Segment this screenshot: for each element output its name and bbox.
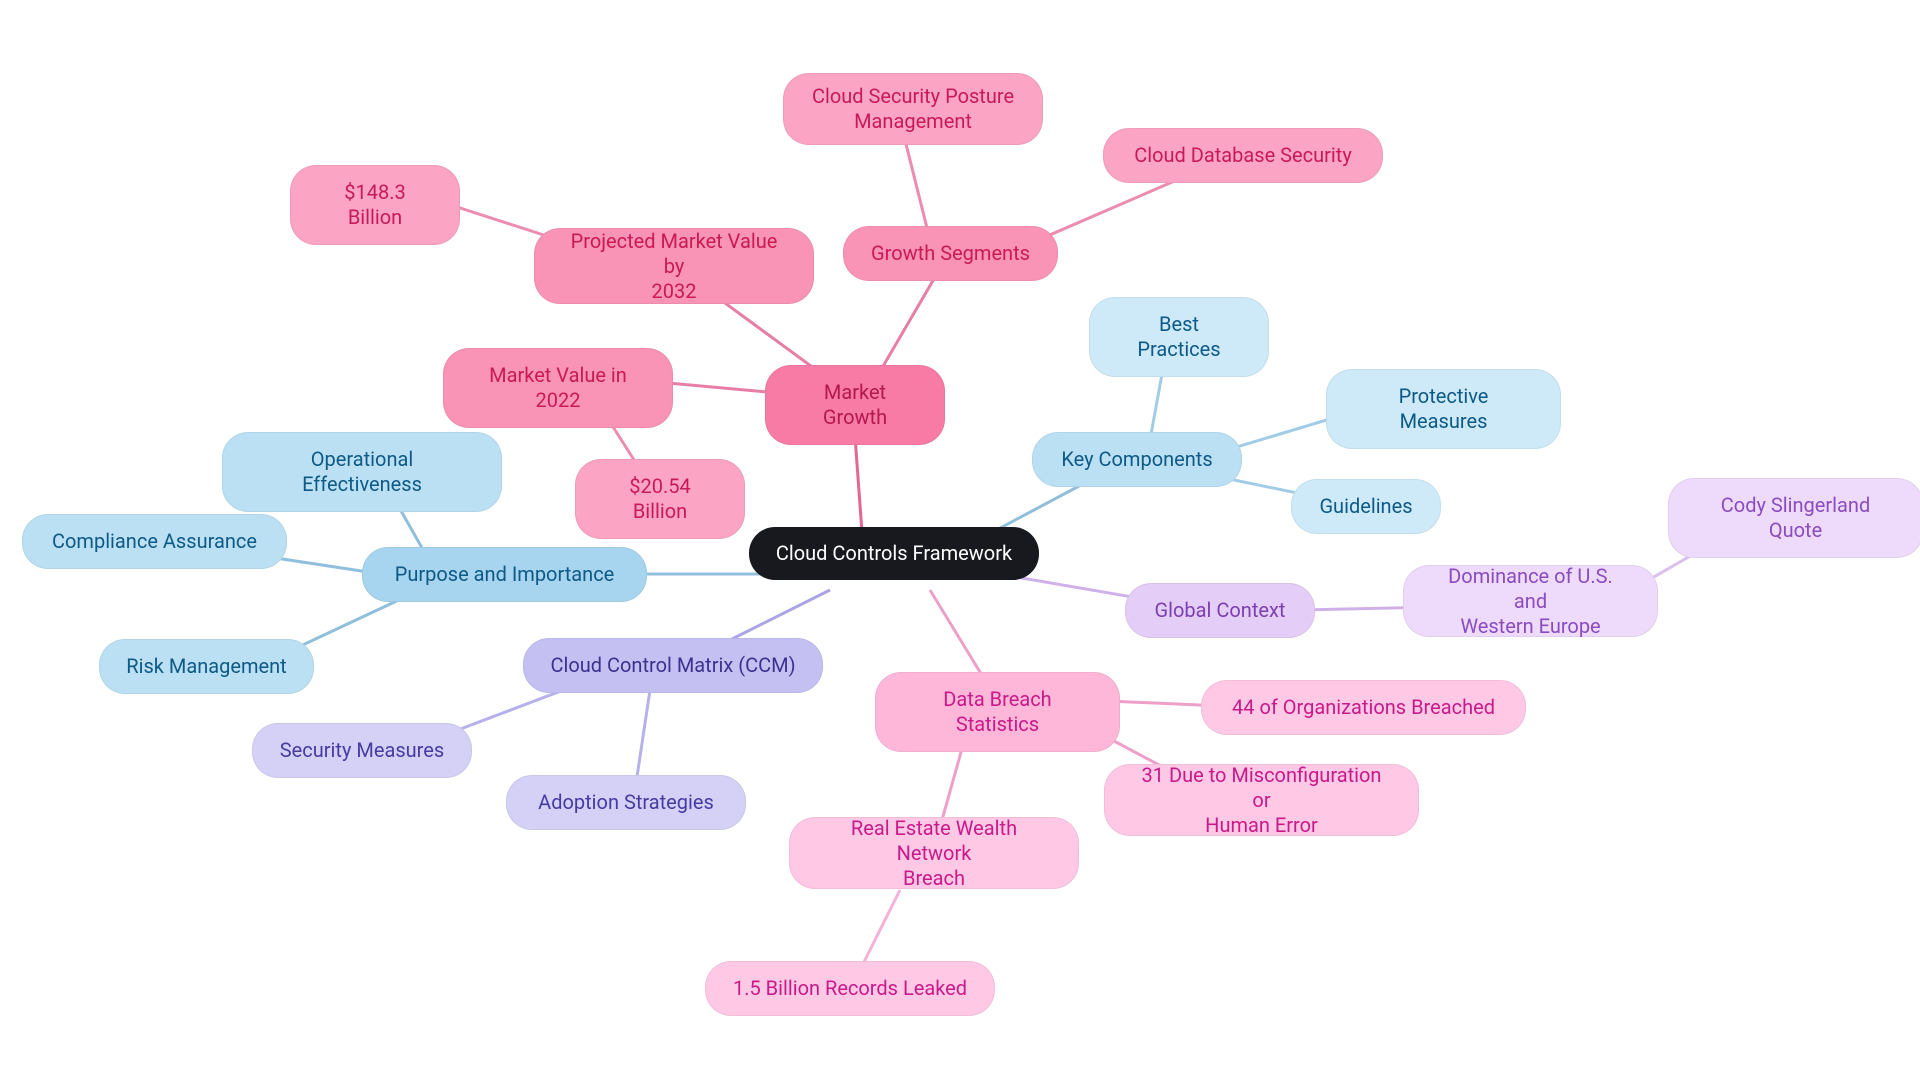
node-global-context[interactable]: Global Context [1125,583,1315,638]
node-market-2022-label[interactable]: Market Value in 2022 [443,348,673,428]
node-growth-segments[interactable]: Growth Segments [843,226,1058,281]
node-44-orgs[interactable]: 44 of Organizations Breached [1201,680,1526,735]
node-projected-label[interactable]: Projected Market Value by 2032 [534,228,814,304]
node-real-estate[interactable]: Real Estate Wealth Network Breach [789,817,1079,889]
node-cspm[interactable]: Cloud Security Posture Management [783,73,1043,145]
node-cloud-db-security[interactable]: Cloud Database Security [1103,128,1383,183]
node-projected-value[interactable]: $148.3 Billion [290,165,460,245]
node-op-effectiveness[interactable]: Operational Effectiveness [222,432,502,512]
node-protective-measures[interactable]: Protective Measures [1326,369,1561,449]
mindmap-canvas: Cloud Controls Framework Market Growth M… [0,0,1920,1083]
node-ccm[interactable]: Cloud Control Matrix (CCM) [523,638,823,693]
node-purpose[interactable]: Purpose and Importance [362,547,647,602]
node-guidelines[interactable]: Guidelines [1291,479,1441,534]
node-risk-mgmt[interactable]: Risk Management [99,639,314,694]
node-records-leaked[interactable]: 1.5 Billion Records Leaked [705,961,995,1016]
node-data-breach[interactable]: Data Breach Statistics [875,672,1120,752]
node-adoption[interactable]: Adoption Strategies [506,775,746,830]
node-misconfig[interactable]: 31 Due to Misconfiguration or Human Erro… [1104,764,1419,836]
node-market-2022-value[interactable]: $20.54 Billion [575,459,745,539]
node-compliance[interactable]: Compliance Assurance [22,514,287,569]
node-quote[interactable]: Cody Slingerland Quote [1668,478,1920,558]
node-dominance[interactable]: Dominance of U.S. and Western Europe [1403,565,1658,637]
node-security-measures[interactable]: Security Measures [252,723,472,778]
node-key-components[interactable]: Key Components [1032,432,1242,487]
node-best-practices[interactable]: Best Practices [1089,297,1269,377]
center-node[interactable]: Cloud Controls Framework [749,527,1039,580]
node-market-growth[interactable]: Market Growth [765,365,945,445]
